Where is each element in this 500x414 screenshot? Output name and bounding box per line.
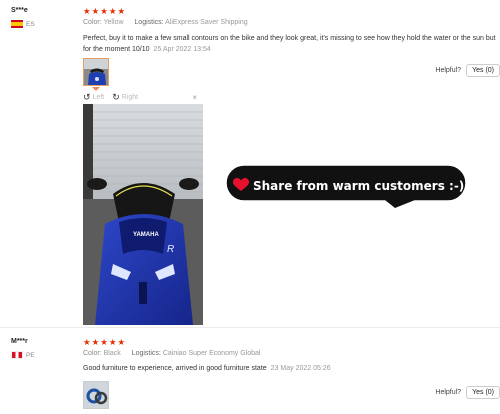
logistics-label: Logistics:: [134, 19, 164, 26]
rotate-right-icon: ↻: [112, 91, 120, 102]
logistics-label: Logistics:: [131, 350, 161, 357]
color-label: Color:: [83, 19, 102, 26]
review-meta: Color: Yellow Logistics: AliExpress Save…: [83, 19, 248, 26]
star-rating: ★★★★★: [83, 337, 127, 347]
banner-text: Share from warm customers :-): [253, 179, 465, 193]
review-date: 23 May 2022 05:26: [270, 365, 331, 372]
rotate-left-label: Left: [92, 93, 105, 101]
review-meta: Color: Black Logistics: Cainiao Super Ec…: [83, 350, 260, 357]
review-item: S***e ES ★★★★★ Color: Yellow Logistics: …: [0, 0, 500, 325]
review-photo-thumbnail[interactable]: [83, 58, 109, 86]
helpful-section: Helpful? Yes (0): [435, 64, 500, 77]
review-text: Perfect, buy it to make a few small cont…: [83, 34, 500, 55]
share-banner: Share from warm customers :-): [225, 164, 478, 208]
helpful-label: Helpful?: [435, 67, 462, 74]
image-viewer-toolbar: ↺ Left ↻ Right ×: [83, 91, 203, 103]
helpful-yes-button[interactable]: Yes (0): [466, 386, 500, 399]
reviewer-country: ES: [11, 20, 35, 28]
svg-text:R: R: [167, 244, 174, 255]
rotate-right-label: Right: [121, 93, 139, 101]
logistics-value: AliExpress Saver Shipping: [165, 19, 248, 26]
svg-text:YAMAHA: YAMAHA: [133, 232, 159, 238]
review-body: Perfect, buy it to make a few small cont…: [83, 35, 496, 53]
helpful-yes-button[interactable]: Yes (0): [466, 64, 500, 77]
review-photo-thumbnail[interactable]: [83, 381, 109, 409]
peru-flag-icon: [11, 351, 23, 359]
review-item: M***r PE ★★★★★ Color: Black Logistics: C…: [0, 332, 500, 414]
color-value: Yellow: [103, 19, 124, 26]
spain-flag-icon: [11, 20, 23, 28]
reviewer-name: M***r: [11, 338, 28, 345]
review-date: 25 Apr 2022 13:54: [153, 45, 211, 53]
review-body: Good furniture to experience, arrived in…: [83, 365, 267, 372]
color-label: Color:: [83, 350, 102, 357]
helpful-label: Helpful?: [435, 389, 462, 396]
reviewer-country: PE: [11, 351, 35, 359]
review-text: Good furniture to experience, arrived in…: [83, 364, 500, 375]
helpful-section: Helpful? Yes (0): [435, 386, 500, 399]
rotate-left-icon: ↺: [83, 91, 91, 102]
logistics-value: Cainiao Super Economy Global: [162, 350, 261, 357]
review-divider: [0, 327, 500, 328]
rotate-left-button[interactable]: ↺ Left: [83, 92, 104, 103]
rotate-right-button[interactable]: ↻ Right: [112, 92, 138, 103]
review-photo-enlarged: YAMAHA R: [83, 104, 203, 325]
color-value: Black: [103, 350, 121, 357]
reviewer-name: S***e: [11, 7, 28, 14]
country-code: PE: [26, 351, 35, 359]
star-rating: ★★★★★: [83, 6, 127, 16]
country-code: ES: [26, 20, 35, 28]
close-icon[interactable]: ×: [192, 93, 197, 102]
heart-icon: [233, 178, 249, 191]
